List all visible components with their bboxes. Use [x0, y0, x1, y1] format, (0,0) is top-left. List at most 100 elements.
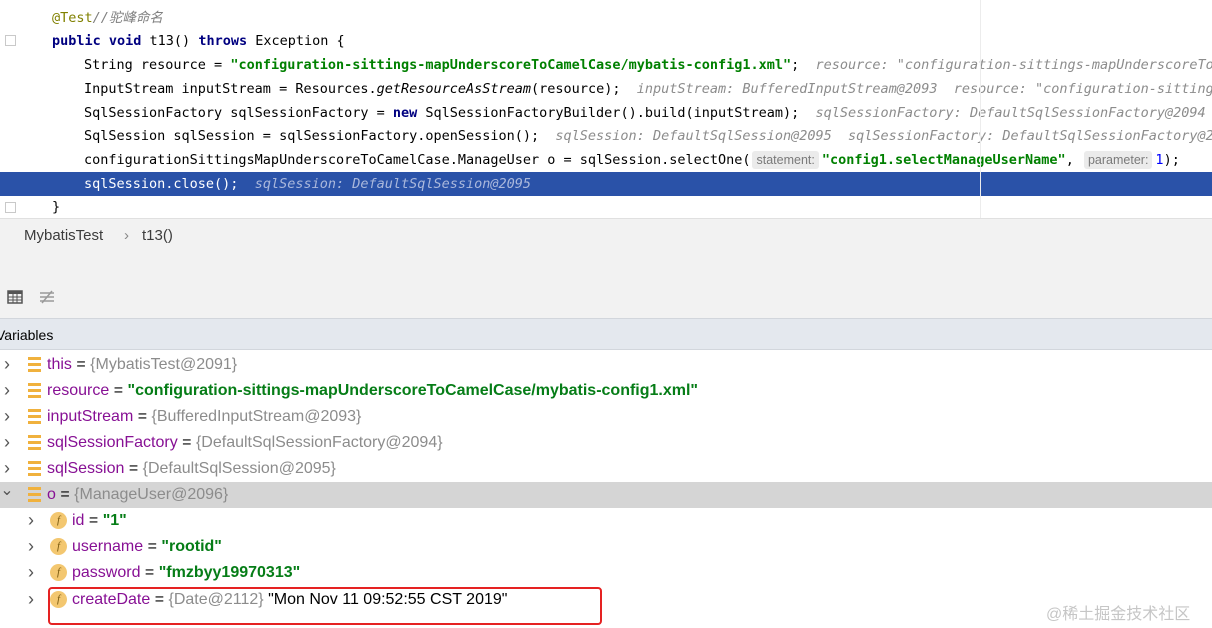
local-variable-icon — [28, 487, 41, 502]
expand-chevron-icon[interactable]: › — [0, 378, 14, 404]
code-token: , — [1065, 152, 1082, 168]
inline-debug-value: resource: "configuration-sittings-mapUnd… — [815, 57, 1212, 73]
variable-name: password — [72, 564, 141, 581]
code-text: SqlSession sqlSession = sqlSessionFactor… — [84, 124, 1212, 148]
variable-row[interactable]: › sqlSession = {DefaultSqlSession@2095} — [0, 456, 1212, 482]
variable-value-line: id = "1" — [72, 508, 127, 534]
watermark: @稀土掘金技术社区 — [1046, 606, 1191, 623]
variable-row[interactable]: › inputStream = {BufferedInputStream@2093… — [0, 404, 1212, 430]
local-variable-icon — [28, 409, 41, 424]
code-token: t13() — [149, 33, 199, 49]
code-line[interactable]: String resource = "configuration-sitting… — [0, 53, 1212, 77]
code-line[interactable]: SqlSession sqlSession = sqlSessionFactor… — [0, 124, 1212, 148]
variable-string-value: "1" — [102, 512, 127, 529]
code-text: SqlSessionFactory sqlSessionFactory = ne… — [84, 101, 1212, 125]
variable-object-ref: {MybatisTest@2091} — [90, 356, 238, 373]
variable-value-line: password = "fmzbyy19970313" — [72, 560, 300, 586]
expand-chevron-icon[interactable]: › — [0, 352, 14, 378]
expand-chevron-icon[interactable]: › — [24, 560, 38, 586]
variable-value-line: sqlSessionFactory = {DefaultSqlSessionFa… — [47, 430, 443, 456]
variable-value-line: resource = "configuration-sittings-mapUn… — [47, 378, 698, 404]
variable-equals: = — [109, 382, 128, 399]
collapse-chevron-icon[interactable]: ⌄ — [0, 482, 14, 508]
variables-title: Variables — [0, 327, 54, 343]
local-variable-icon — [28, 435, 41, 450]
code-line[interactable]: @Test//驼峰命名 — [0, 6, 1212, 30]
code-token: getResourceAsStream — [376, 81, 532, 97]
variable-equals: = — [140, 564, 159, 581]
variable-row[interactable]: › this = {MybatisTest@2091} — [0, 352, 1212, 378]
inline-debug-value: sqlSessionFactory: DefaultSqlSessionFact… — [815, 105, 1206, 121]
breadcrumb-method[interactable]: t13() — [142, 227, 173, 244]
variable-name: sqlSession — [47, 460, 125, 477]
code-token: configurationSittingsMapUnderscoreToCame… — [84, 152, 751, 168]
variable-value-line: this = {MybatisTest@2091} — [47, 352, 237, 378]
variable-name: sqlSessionFactory — [47, 434, 178, 451]
code-line[interactable]: public void t13() throws Exception { — [0, 29, 1212, 53]
expand-chevron-icon[interactable]: › — [0, 456, 14, 482]
code-text: sqlSession.close(); sqlSession: DefaultS… — [84, 172, 531, 196]
code-token: InputStream inputStream = Resources. — [84, 81, 377, 97]
code-token: 1 — [1155, 152, 1164, 168]
variable-string-value: "configuration-sittings-mapUnderscoreToC… — [127, 382, 699, 399]
code-line[interactable]: configurationSittingsMapUnderscoreToCame… — [0, 148, 1212, 172]
expand-chevron-icon[interactable]: › — [24, 508, 38, 534]
variable-value-line: username = "rootid" — [72, 534, 222, 560]
expand-chevron-icon[interactable]: › — [0, 430, 14, 456]
code-text: configurationSittingsMapUnderscoreToCame… — [84, 148, 1180, 172]
variable-equals: = — [133, 408, 152, 425]
local-variable-icon — [28, 461, 41, 476]
code-token: ); — [1163, 152, 1180, 168]
variable-object-ref: {DefaultSqlSession@2095} — [142, 460, 336, 477]
variable-name: o — [47, 486, 56, 503]
code-token: ; — [791, 57, 816, 73]
code-token: public — [52, 33, 109, 49]
breadcrumb-class[interactable]: MybatisTest — [24, 227, 103, 244]
parameter-hint: parameter: — [1083, 151, 1153, 169]
table-view-icon[interactable] — [6, 288, 24, 306]
variable-row[interactable]: ⌄ o = {ManageUser@2096} — [0, 482, 1212, 508]
code-text: String resource = "configuration-sitting… — [84, 53, 1212, 77]
code-token: @Test — [52, 10, 93, 26]
debug-toolbar — [0, 252, 1212, 318]
code-editor[interactable]: @Test//驼峰命名 public void t13() throws Exce… — [0, 0, 1212, 218]
code-token: SqlSessionFactory sqlSessionFactory = — [84, 105, 393, 121]
variable-equals: = — [143, 538, 162, 555]
variable-field-row[interactable]: › f username = "rootid" — [0, 534, 1212, 560]
variable-object-ref: {DefaultSqlSessionFactory@2094} — [195, 434, 443, 451]
expand-chevron-icon[interactable]: › — [24, 534, 38, 560]
variable-equals: = — [71, 356, 91, 373]
expand-chevron-icon[interactable]: › — [24, 587, 38, 613]
code-token: sqlSession.close(); — [84, 176, 255, 192]
code-line[interactable]: SqlSessionFactory sqlSessionFactory = ne… — [0, 101, 1212, 125]
layout-settings-icon[interactable] — [38, 288, 56, 306]
variable-equals: = — [55, 486, 75, 503]
variable-row[interactable]: › resource = "configuration-sittings-mapU… — [0, 378, 1212, 404]
code-line[interactable]: } — [0, 195, 1212, 218]
expand-chevron-icon[interactable]: › — [0, 404, 14, 430]
code-text: InputStream inputStream = Resources.getR… — [84, 77, 1212, 101]
breadcrumb: MybatisTest › t13() — [0, 218, 1212, 253]
variable-value-line: sqlSession = {DefaultSqlSession@2095} — [47, 456, 336, 482]
highlight-annotation-box — [48, 587, 602, 625]
variable-equals: = — [84, 512, 103, 529]
breadcrumb-separator: › — [124, 227, 129, 244]
field-icon: f — [50, 564, 67, 581]
code-token: //驼峰命名 — [92, 10, 163, 26]
code-text: } — [52, 195, 60, 218]
code-line[interactable]: InputStream inputStream = Resources.getR… — [0, 77, 1212, 101]
code-text: @Test//驼峰命名 — [52, 6, 163, 30]
variable-row[interactable]: › sqlSessionFactory = {DefaultSqlSessionF… — [0, 430, 1212, 456]
variable-field-row[interactable]: › f id = "1" — [0, 508, 1212, 534]
variable-field-row[interactable]: › f password = "fmzbyy19970313" — [0, 560, 1212, 586]
code-token: new — [392, 105, 426, 121]
code-token: } — [52, 199, 61, 215]
variable-name: resource — [47, 382, 110, 399]
code-token: "configuration-sittings-mapUnderscoreToC… — [230, 57, 792, 73]
variable-value-line: inputStream = {BufferedInputStream@2093} — [47, 404, 361, 430]
variable-equals: = — [124, 460, 143, 477]
variable-object-ref: {BufferedInputStream@2093} — [151, 408, 362, 425]
current-execution-line[interactable]: sqlSession.close(); sqlSession: DefaultS… — [0, 172, 1212, 196]
variable-equals: = — [177, 434, 196, 451]
parameter-hint: statement: — [752, 151, 819, 169]
